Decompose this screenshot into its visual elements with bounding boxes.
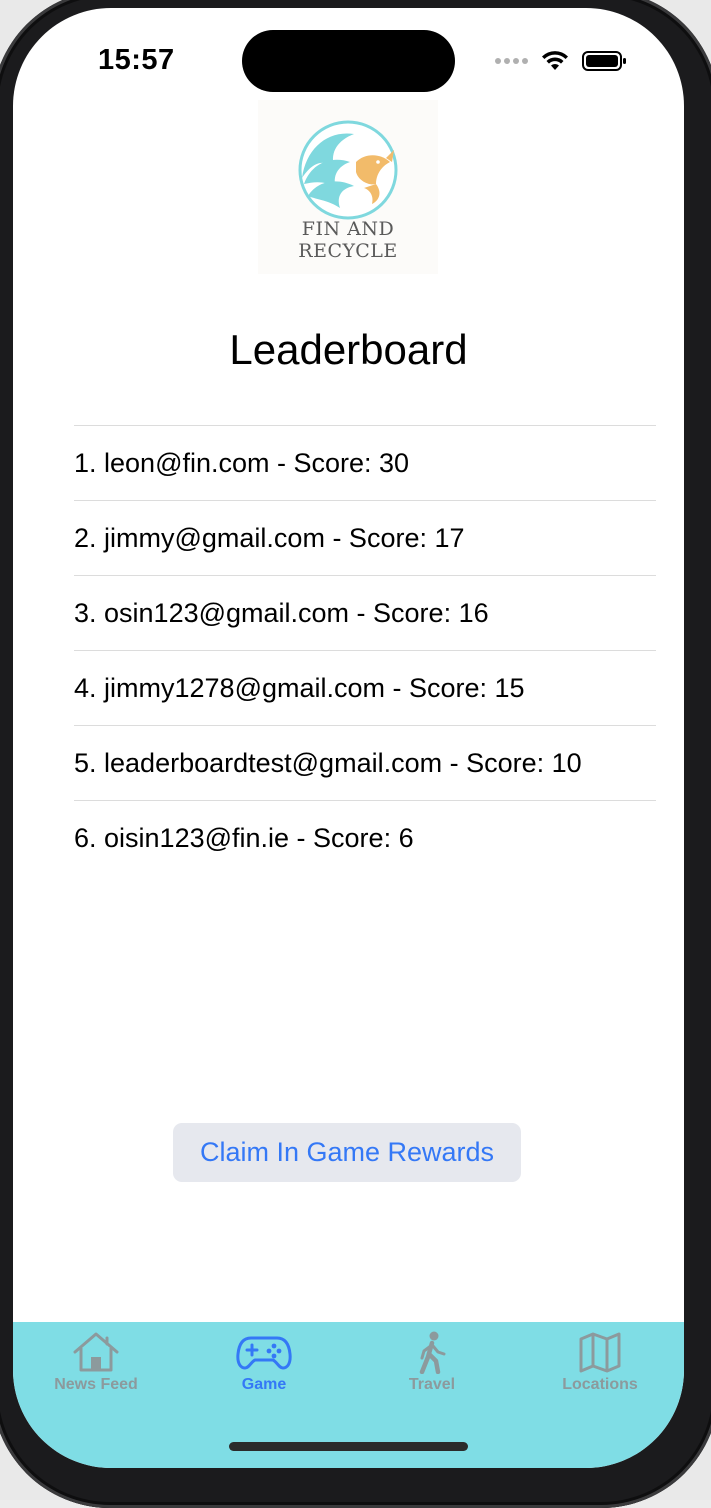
tab-label: Travel: [408, 1376, 456, 1393]
leaderboard-row: 2. jimmy@gmail.com - Score: 17: [74, 501, 656, 576]
phone-frame: 15:57 FIN AND RECYCLE Leaderboard 1. leo…: [0, 0, 711, 1508]
claim-rewards-button[interactable]: Claim In Game Rewards: [173, 1123, 521, 1182]
leaderboard-entry-text: 1. leon@fin.com - Score: 30: [74, 447, 410, 478]
tab-game[interactable]: Game: [184, 1330, 344, 1394]
app-logo: FIN AND RECYCLE: [258, 100, 438, 274]
gamecontroller-icon: [236, 1336, 292, 1370]
map-icon: [579, 1332, 621, 1373]
tab-label: Game: [241, 1376, 287, 1393]
page-title: Leaderboard: [229, 326, 468, 373]
logo-text-line1: FIN AND: [301, 218, 395, 240]
home-indicator[interactable]: [229, 1442, 468, 1451]
leaderboard-row: 5. leaderboardtest@gmail.com - Score: 10: [74, 726, 656, 801]
tab-travel[interactable]: Travel: [352, 1330, 512, 1394]
status-time: 15:57: [98, 44, 175, 76]
leaderboard-row: 6. oisin123@fin.ie - Score: 6: [74, 801, 656, 875]
leaderboard-row: 4. jimmy1278@gmail.com - Score: 15: [74, 651, 656, 726]
wave-fish-logo-icon: [298, 120, 398, 220]
leaderboard-list: 1. leon@fin.com - Score: 30 2. jimmy@gma…: [74, 425, 656, 875]
leaderboard-entry-text: 5. leaderboardtest@gmail.com - Score: 10: [74, 747, 582, 778]
leaderboard-entry-text: 4. jimmy1278@gmail.com - Score: 15: [74, 672, 525, 703]
status-icons: [495, 48, 628, 74]
leaderboard-entry-text: 2. jimmy@gmail.com - Score: 17: [74, 522, 465, 553]
phone-screen: 15:57 FIN AND RECYCLE Leaderboard 1. leo…: [13, 8, 684, 1468]
wifi-icon: [542, 51, 568, 70]
tab-locations[interactable]: Locations: [520, 1330, 680, 1394]
leaderboard-row: 3. osin123@gmail.com - Score: 16: [74, 576, 656, 651]
tab-label: News Feed: [54, 1376, 138, 1393]
logo-text-line2: RECYCLE: [298, 240, 398, 262]
battery-icon: [582, 51, 626, 71]
dynamic-island: [242, 30, 455, 92]
walking-figure-icon: [419, 1331, 446, 1374]
tab-news-feed[interactable]: News Feed: [16, 1330, 176, 1394]
leaderboard-row: 1. leon@fin.com - Score: 30: [74, 426, 656, 501]
tab-label: Locations: [562, 1376, 638, 1393]
house-icon: [73, 1332, 119, 1372]
cellular-signal-icon: [495, 58, 528, 64]
leaderboard-entry-text: 3. osin123@gmail.com - Score: 16: [74, 597, 489, 628]
leaderboard-entry-text: 6. oisin123@fin.ie - Score: 6: [74, 822, 414, 853]
